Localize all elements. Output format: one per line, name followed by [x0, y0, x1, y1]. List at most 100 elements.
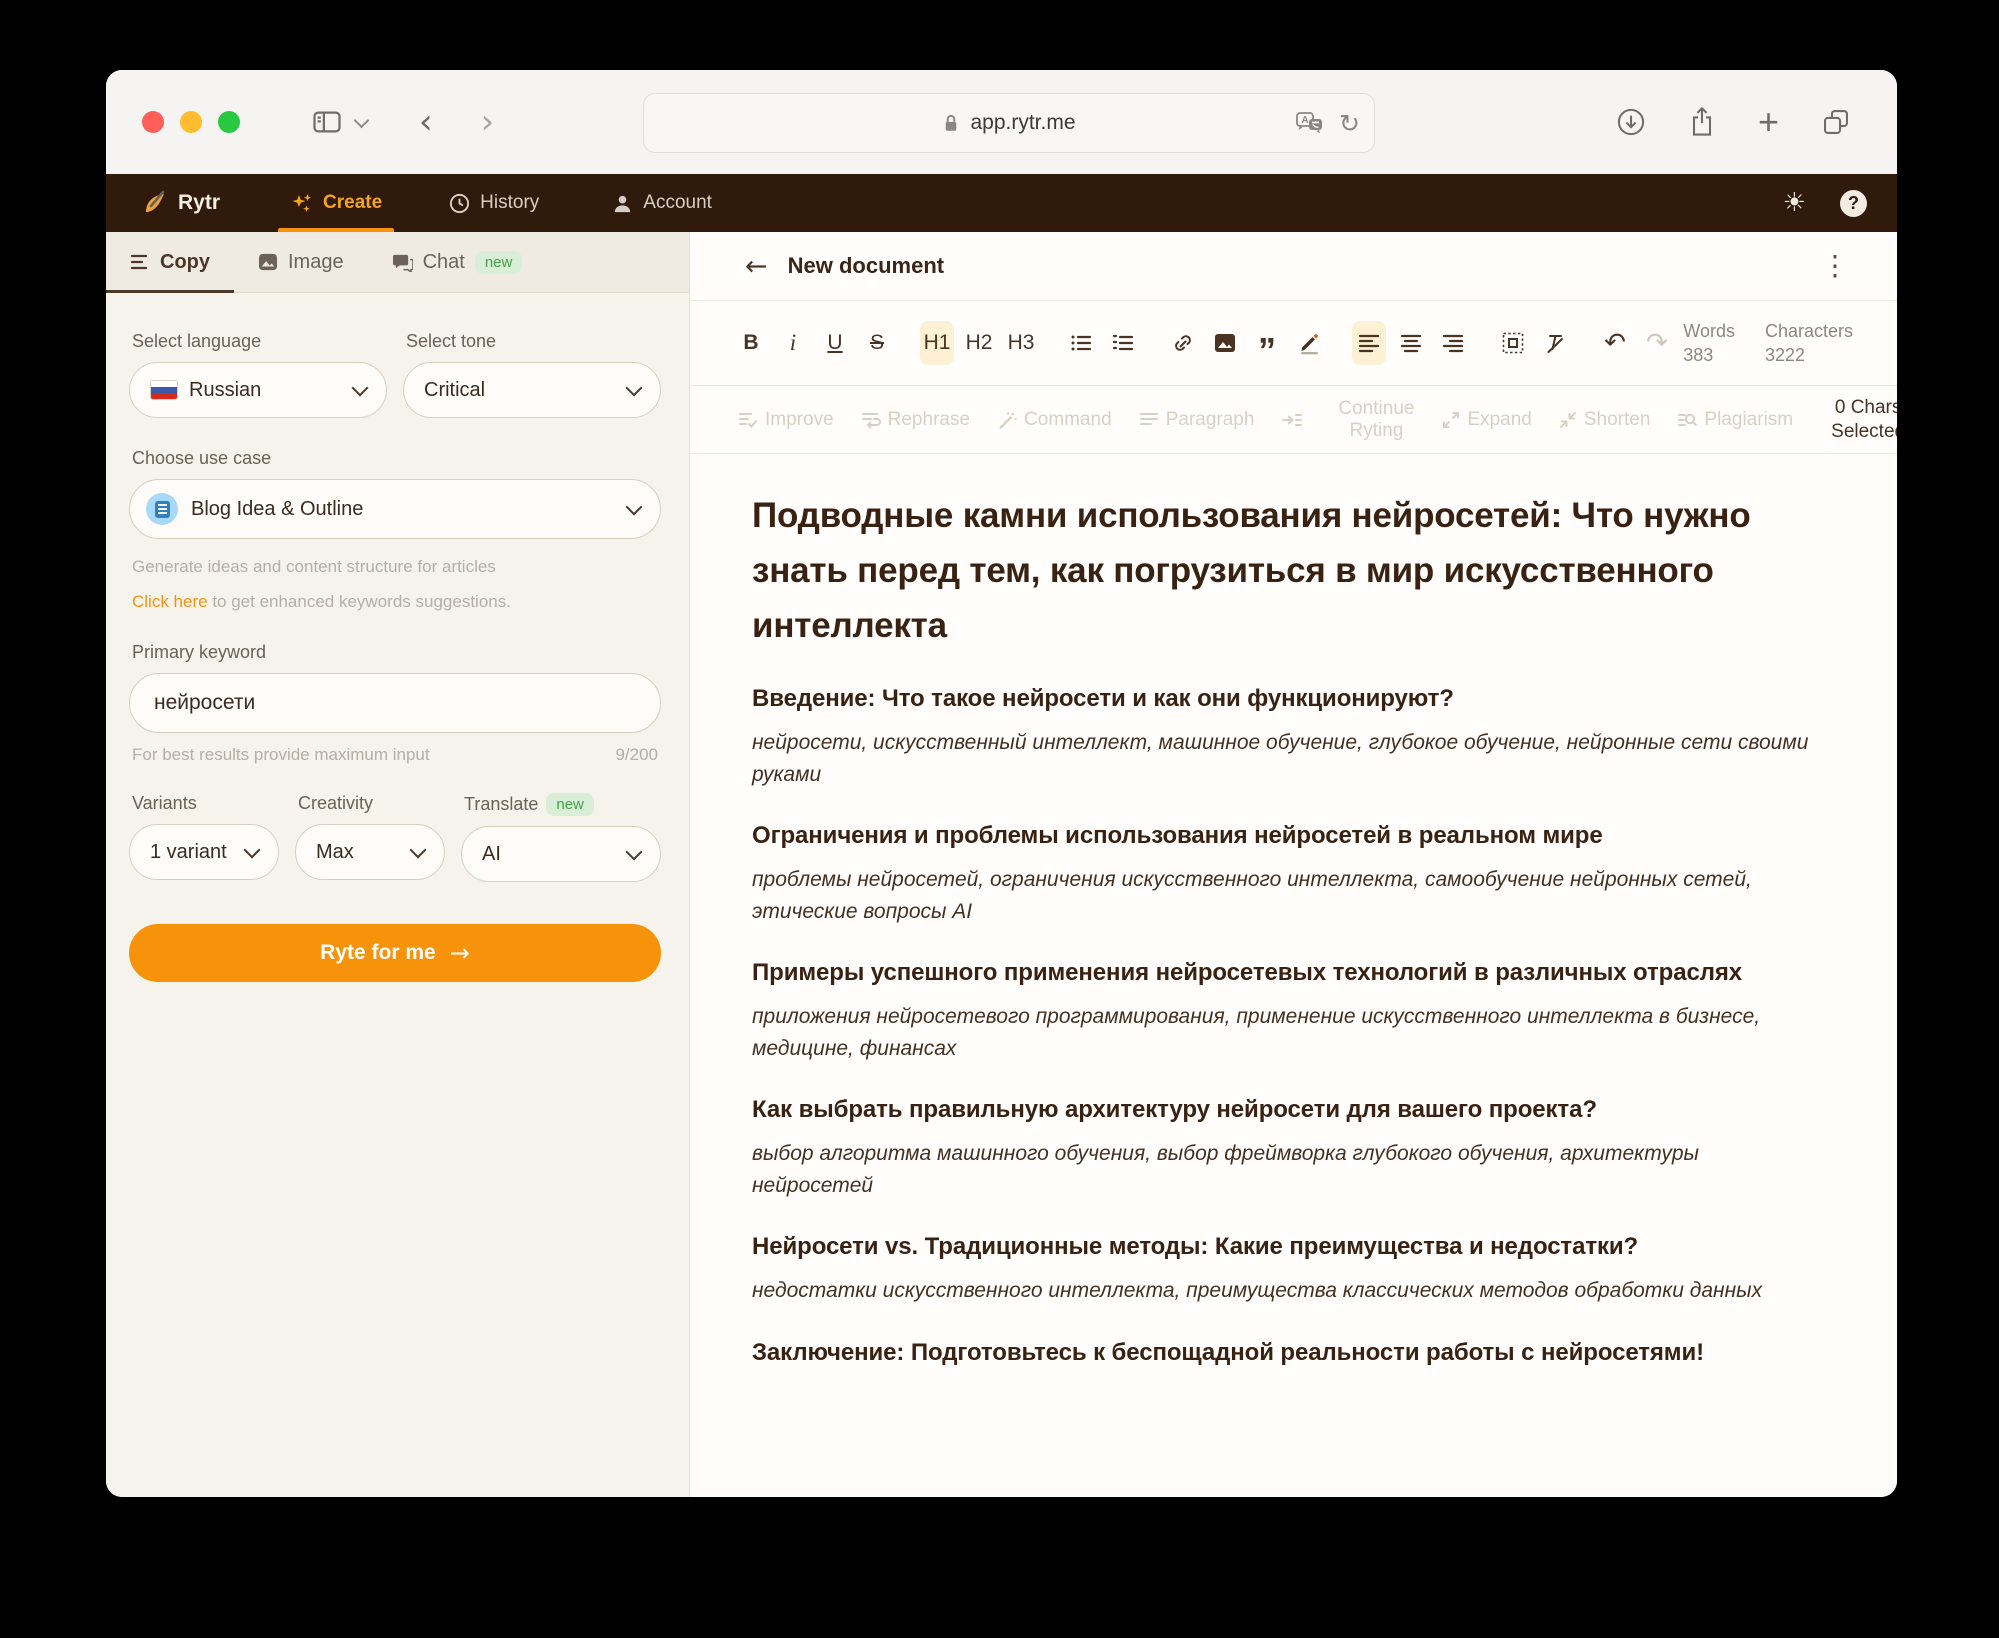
command-button[interactable]: Command [997, 409, 1112, 431]
rytr-brand[interactable]: Rytr [142, 190, 220, 216]
use-case-select[interactable]: Blog Idea & Outline [129, 479, 661, 539]
language-value: Russian [189, 378, 262, 401]
tab-overview-icon[interactable] [1821, 107, 1851, 137]
screenshot-stage: ‹ › app.rytr.me A ↻ + Rytr Create Histor… [0, 0, 1999, 1638]
italic-button[interactable]: i [776, 321, 810, 365]
language-label: Select language [132, 331, 262, 351]
document-name[interactable]: New document [788, 253, 944, 279]
blog-use-case-icon [146, 493, 178, 525]
select-all-button[interactable] [1496, 321, 1530, 365]
blockquote-button[interactable]: ” [1250, 313, 1284, 373]
share-icon[interactable] [1688, 106, 1716, 138]
insert-image-button[interactable] [1208, 321, 1242, 365]
numbered-list-button[interactable] [1106, 321, 1140, 365]
tab-image[interactable]: Image [234, 232, 368, 292]
variants-label: Variants [132, 793, 197, 814]
image-icon [258, 253, 278, 271]
tab-image-label: Image [288, 250, 344, 273]
h1-button[interactable]: H1 [920, 321, 954, 365]
tone-select[interactable]: Critical [403, 362, 661, 418]
primary-keyword-input[interactable] [129, 673, 661, 734]
history-clock-icon [448, 192, 471, 215]
address-bar[interactable]: app.rytr.me A ↻ [643, 93, 1375, 153]
minimize-window-button[interactable] [180, 111, 202, 133]
bold-button[interactable]: B [734, 321, 768, 365]
text-color-pen-button[interactable] [1292, 321, 1326, 365]
kebab-menu-icon[interactable]: ⋮ [1821, 252, 1849, 280]
suggestion-suffix: to get enhanced keywords suggestions. [207, 591, 511, 611]
translate-icon[interactable]: A [1295, 110, 1325, 136]
reload-icon[interactable]: ↻ [1339, 109, 1360, 138]
characters-label: Characters [1764, 320, 1853, 341]
document-header: ← New document ⋮ [690, 232, 1897, 301]
clear-formatting-button[interactable] [1538, 321, 1572, 365]
translate-select[interactable]: AI [461, 826, 661, 883]
cta-label: Ryte for me [320, 941, 436, 965]
sparkles-icon [290, 191, 314, 215]
nav-account[interactable]: Account [593, 174, 730, 232]
strikethrough-button[interactable]: S [860, 321, 894, 365]
close-window-button[interactable] [142, 111, 164, 133]
browser-chrome: ‹ › app.rytr.me A ↻ + [106, 70, 1897, 174]
rephrase-button[interactable]: Rephrase [861, 409, 970, 431]
shorten-button[interactable]: Shorten [1559, 409, 1650, 431]
continue-ryting-button[interactable]: Continue Ryting [1330, 398, 1422, 442]
downloads-icon[interactable] [1616, 107, 1646, 137]
arrow-right-icon: → [449, 939, 470, 968]
variants-select[interactable]: 1 variant [129, 824, 279, 881]
bullet-list-button[interactable] [1064, 321, 1098, 365]
translate-value: AI [482, 842, 501, 865]
underline-button[interactable]: U [818, 321, 852, 365]
zoom-window-button[interactable] [218, 111, 240, 133]
h3-button[interactable]: H3 [1004, 321, 1038, 365]
nav-create[interactable]: Create [272, 174, 400, 232]
words-count: 383 [1683, 345, 1714, 365]
creativity-select[interactable]: Max [295, 824, 445, 881]
section-keywords: недостатки искусственного интеллекта, пр… [752, 1279, 1763, 1302]
section-heading: Как выбрать правильную архитектуру нейро… [752, 1096, 1597, 1123]
sidebar-toggle-icon[interactable] [312, 109, 342, 135]
nav-history[interactable]: History [430, 174, 557, 232]
chevron-down-icon [625, 379, 643, 396]
forward-button[interactable]: › [481, 105, 495, 139]
keywords-suggestion-line: Click here to get enhanced keywords sugg… [132, 590, 661, 615]
redo-button[interactable]: ↷ [1640, 321, 1674, 365]
insert-content-icon[interactable] [1281, 411, 1303, 429]
tab-chat-label: Chat [422, 250, 465, 273]
use-case-help: Generate ideas and content structure for… [132, 557, 496, 576]
tab-copy[interactable]: Copy [106, 232, 234, 293]
help-icon[interactable]: ? [1840, 189, 1867, 217]
chevron-down-icon [351, 379, 369, 396]
paragraph-button[interactable]: Paragraph [1139, 409, 1254, 431]
h2-button[interactable]: H2 [962, 321, 996, 365]
click-here-link[interactable]: Click here [132, 592, 208, 611]
plagiarism-button[interactable]: Plagiarism [1677, 409, 1793, 431]
align-left-button[interactable] [1352, 321, 1386, 365]
words-label: Words [1683, 320, 1735, 341]
tab-chat[interactable]: Chat new [368, 232, 547, 292]
language-select[interactable]: Russian [129, 362, 387, 418]
nav-account-label: Account [643, 192, 712, 213]
chevron-down-icon[interactable] [353, 112, 370, 128]
chevron-down-icon [625, 498, 643, 515]
format-toolbar: B i U S H1 H2 H3 ” ↶ ↷ Words 383 Charact… [690, 301, 1897, 386]
rytr-logo-icon [142, 190, 168, 216]
align-right-button[interactable] [1436, 321, 1470, 365]
back-arrow-icon[interactable]: ← [745, 253, 768, 280]
chevron-down-icon [409, 841, 427, 859]
new-tab-icon[interactable]: + [1758, 104, 1779, 140]
link-button[interactable] [1166, 321, 1200, 365]
improve-button[interactable]: Improve [738, 409, 834, 431]
variants-value: 1 variant [150, 840, 227, 863]
theme-toggle-icon[interactable]: ☀ [1783, 190, 1806, 216]
translate-label: Translate [464, 794, 539, 815]
keyword-counter: 9/200 [615, 745, 658, 765]
use-case-label: Choose use case [132, 448, 272, 468]
document-body[interactable]: Подводные камни использования нейросетей… [690, 454, 1897, 1497]
back-button[interactable]: ‹ [419, 105, 433, 139]
account-person-icon [611, 192, 634, 215]
ryte-for-me-button[interactable]: Ryte for me → [129, 924, 661, 983]
expand-button[interactable]: Expand [1442, 409, 1532, 431]
align-center-button[interactable] [1394, 321, 1428, 365]
undo-button[interactable]: ↶ [1598, 321, 1632, 365]
